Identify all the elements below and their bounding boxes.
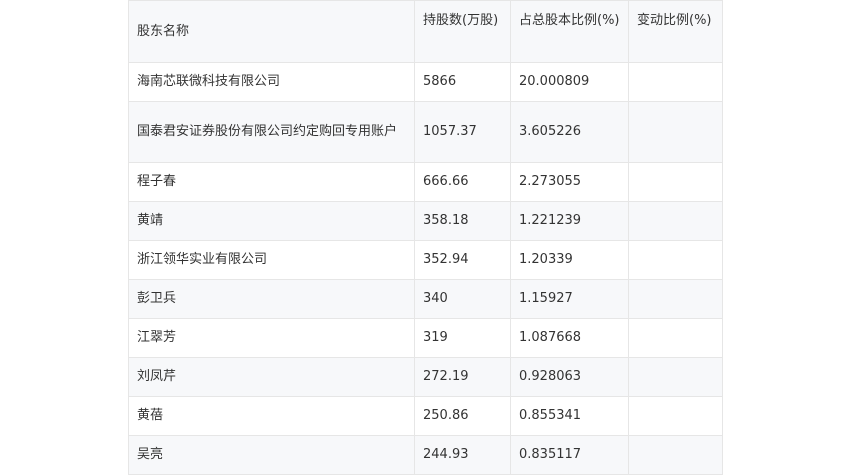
ratio-cell: 1.15927 [510,279,629,319]
shares-cell: 250.86 [414,396,511,436]
header-ratio: 占总股本比例(%) [510,0,629,63]
shareholder-name-cell: 黄靖 [128,201,415,241]
ratio-cell: 20.000809 [510,62,629,102]
shares-cell: 5866 [414,62,511,102]
table-body: 海南芯联微科技有限公司 5866 20.000809 国泰君安证券股份有限公司约… [128,62,723,475]
shares-cell: 1057.37 [414,101,511,163]
shares-cell: 244.93 [414,435,511,475]
ratio-cell: 1.087668 [510,318,629,358]
table-row: 海南芯联微科技有限公司 5866 20.000809 [128,62,723,102]
change-cell [628,101,723,163]
shareholder-name-cell: 吴亮 [128,435,415,475]
change-cell [628,396,723,436]
shareholder-table-container: 股东名称 持股数(万股) 占总股本比例(%) 变动比例(%) 海南芯联微科技有限… [128,0,723,475]
table-row: 程子春 666.66 2.273055 [128,162,723,202]
table-row: 江翠芳 319 1.087668 [128,318,723,358]
shareholder-name-cell: 黄蓓 [128,396,415,436]
ratio-cell: 1.221239 [510,201,629,241]
change-cell [628,62,723,102]
shareholder-name-cell: 国泰君安证券股份有限公司约定购回专用账户 [128,101,415,163]
change-cell [628,357,723,397]
ratio-cell: 0.928063 [510,357,629,397]
shareholder-name-cell: 刘凤芹 [128,357,415,397]
table-row: 吴亮 244.93 0.835117 [128,435,723,475]
change-cell [628,162,723,202]
shareholder-name-cell: 海南芯联微科技有限公司 [128,62,415,102]
header-change: 变动比例(%) [628,0,723,63]
table-row: 浙江领华实业有限公司 352.94 1.20339 [128,240,723,280]
shareholder-table: 股东名称 持股数(万股) 占总股本比例(%) 变动比例(%) 海南芯联微科技有限… [128,0,723,475]
shares-cell: 272.19 [414,357,511,397]
ratio-cell: 0.835117 [510,435,629,475]
table-row: 国泰君安证券股份有限公司约定购回专用账户 1057.37 3.605226 [128,101,723,163]
header-row: 股东名称 持股数(万股) 占总股本比例(%) 变动比例(%) [128,0,723,63]
table-row: 彭卫兵 340 1.15927 [128,279,723,319]
ratio-cell: 1.20339 [510,240,629,280]
table-row: 刘凤芹 272.19 0.928063 [128,357,723,397]
shares-cell: 352.94 [414,240,511,280]
ratio-cell: 2.273055 [510,162,629,202]
shares-cell: 666.66 [414,162,511,202]
shareholder-name-cell: 彭卫兵 [128,279,415,319]
shares-cell: 319 [414,318,511,358]
ratio-cell: 3.605226 [510,101,629,163]
change-cell [628,435,723,475]
shares-cell: 358.18 [414,201,511,241]
change-cell [628,279,723,319]
table-row: 黄靖 358.18 1.221239 [128,201,723,241]
change-cell [628,201,723,241]
shareholder-name-cell: 程子春 [128,162,415,202]
shareholder-name-cell: 江翠芳 [128,318,415,358]
header-shares: 持股数(万股) [414,0,511,63]
change-cell [628,240,723,280]
shareholder-name-cell: 浙江领华实业有限公司 [128,240,415,280]
shares-cell: 340 [414,279,511,319]
table-header: 股东名称 持股数(万股) 占总股本比例(%) 变动比例(%) [128,0,723,63]
change-cell [628,318,723,358]
table-row: 黄蓓 250.86 0.855341 [128,396,723,436]
header-shareholder-name: 股东名称 [128,0,415,63]
ratio-cell: 0.855341 [510,396,629,436]
